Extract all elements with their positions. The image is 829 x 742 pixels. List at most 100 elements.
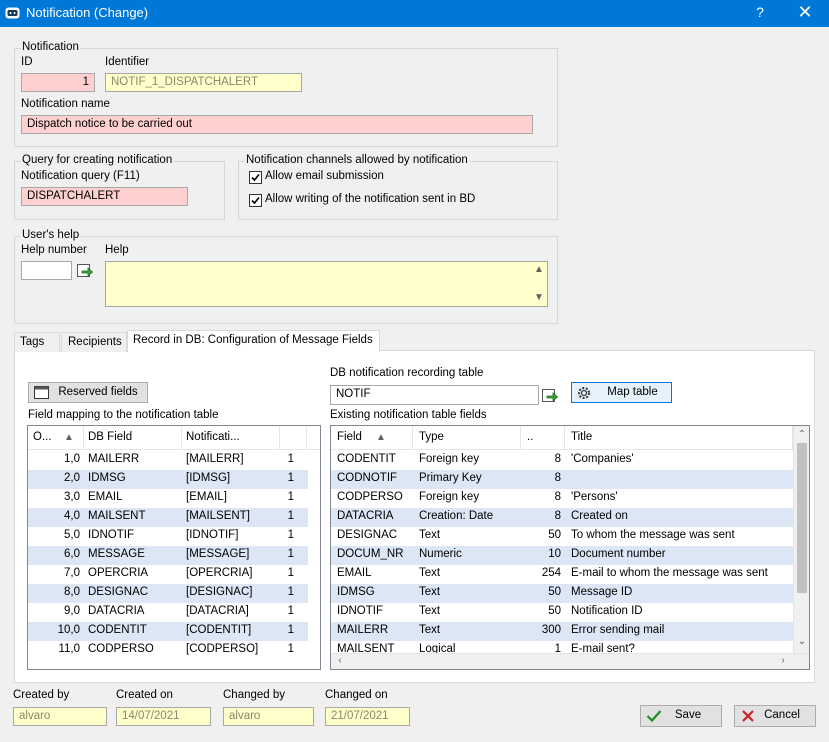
table-row[interactable]: IDMSG Text 50 Message ID <box>331 584 793 603</box>
col-field-header[interactable]: Field ▲ <box>331 426 413 450</box>
help-scrollbar[interactable]: ▲ ▼ <box>531 262 547 306</box>
cell-order: 9,0 <box>64 605 80 617</box>
created-by-field: alvaro <box>13 707 107 726</box>
cell-notification-field: [IDNOTIF] <box>186 529 239 541</box>
table-row[interactable]: CODENTIT Foreign key 8 'Companies' <box>331 451 793 470</box>
id-field[interactable]: 1 <box>21 73 95 92</box>
map-table-button[interactable]: Map table <box>571 382 672 403</box>
cell-extra: 1 <box>287 510 294 522</box>
table-row[interactable]: EMAIL Text 254 E-mail to whom the message w… <box>331 565 793 584</box>
col-db-field-header[interactable]: DB Field <box>84 426 182 450</box>
help-text-field[interactable] <box>105 261 548 307</box>
scroll-down-icon[interactable]: ▼ <box>531 292 547 303</box>
vscroll-thumb[interactable] <box>797 443 807 593</box>
cell-order: 2,0 <box>64 472 80 484</box>
db-table-field[interactable]: NOTIF <box>330 385 539 405</box>
id-label: ID <box>21 56 33 68</box>
help-lookup-button[interactable] <box>77 262 94 279</box>
save-button[interactable]: Save <box>640 705 722 727</box>
cell-extra: 1 <box>287 567 294 579</box>
table-row[interactable]: CODPERSO Foreign key 8 'Persons' <box>331 489 793 508</box>
col-notification-header[interactable]: Notificati... <box>182 426 280 450</box>
col-size-header[interactable]: .. <box>521 426 565 450</box>
cell-title: 'Companies' <box>571 453 634 465</box>
cell-title: 'Persons' <box>571 491 618 503</box>
db-writing-checkbox[interactable] <box>249 194 262 207</box>
cell-title: Message ID <box>571 586 633 598</box>
mapping-label: Field mapping to the notification table <box>28 409 219 421</box>
table-row[interactable]: 2,0 IDMSG [IDMSG] 1 <box>28 470 308 489</box>
table-row[interactable]: 8,0 DESIGNAC [DESIGNAC] 1 <box>28 584 308 603</box>
scroll-down-icon[interactable]: ⌄ <box>794 636 809 647</box>
table-row[interactable]: DATACRIA Creation: Date 8 Created on <box>331 508 793 527</box>
cell-type: Primary Key <box>419 472 482 484</box>
notification-group-label: Notification <box>21 41 80 53</box>
notification-name-field[interactable]: Dispatch notice to be carried out <box>21 115 533 134</box>
cell-extra: 1 <box>287 491 294 503</box>
reserved-fields-button[interactable]: Reserved fields <box>28 382 148 403</box>
table-row[interactable]: MAILERR Text 300 Error sending mail <box>331 622 793 641</box>
check-icon <box>251 173 260 182</box>
created-by-label: Created by <box>13 689 70 701</box>
close-button[interactable]: ✕ <box>793 2 817 23</box>
existing-fields-label: Existing notification table fields <box>330 409 487 421</box>
table-row[interactable]: 4,0 MAILSENT [MAILSENT] 1 <box>28 508 308 527</box>
cell-type: Text <box>419 624 441 636</box>
cell-title: Created on <box>571 510 628 522</box>
cell-extra: 1 <box>287 586 294 598</box>
email-submission-label[interactable]: Allow email submission <box>265 170 384 182</box>
existing-hscrollbar[interactable]: ‹ › <box>331 653 809 669</box>
table-row[interactable]: 7,0 OPERCRIA [OPERCRIA] 1 <box>28 565 308 584</box>
help-button[interactable]: ? <box>750 4 770 20</box>
table-row[interactable]: DESIGNAC Text 50 To whom the message was se… <box>331 527 793 546</box>
col-type-header[interactable]: Type <box>413 426 521 450</box>
cell-size: 8 <box>554 491 561 503</box>
cell-field: IDNOTIF <box>337 605 383 617</box>
db-writing-label[interactable]: Allow writing of the notification sent i… <box>265 193 475 205</box>
table-row[interactable]: DOCUM_NR Numeric 10 Document number <box>331 546 793 565</box>
cell-db-field: IDNOTIF <box>88 529 134 541</box>
cell-notification-field: [CODENTIT] <box>186 624 252 636</box>
query-group-label: Query for creating notification <box>21 154 174 166</box>
cell-db-field: DATACRIA <box>88 605 145 617</box>
open-link-icon <box>77 264 94 277</box>
db-table-lookup-button[interactable] <box>542 387 559 404</box>
tab-record-in-db[interactable]: Record in DB: Configuration of Message F… <box>127 330 380 352</box>
table-row[interactable]: 1,0 MAILERR [MAILERR] 1 <box>28 451 308 470</box>
cell-type: Creation: Date <box>419 510 494 522</box>
scroll-left-icon[interactable]: ‹ <box>334 655 346 666</box>
email-submission-checkbox[interactable] <box>249 171 262 184</box>
created-on-label: Created on <box>116 689 173 701</box>
tab-tags[interactable]: Tags <box>14 332 60 352</box>
mapping-rows: 1,0 MAILERR [MAILERR] 1 2,0 IDMSG [IDMSG] 1 3,0 E… <box>28 451 308 669</box>
cell-notification-field: [DATACRIA] <box>186 605 249 617</box>
cancel-x-icon <box>742 710 754 722</box>
scroll-up-icon[interactable]: ⌃ <box>794 429 809 440</box>
mapping-grid[interactable]: O... ▲ DB Field Notificati... 1,0 MAILERR [… <box>27 425 321 670</box>
table-row[interactable]: 10,0 CODENTIT [CODENTIT] 1 <box>28 622 308 641</box>
table-row[interactable]: CODNOTIF Primary Key 8 <box>331 470 793 489</box>
table-row[interactable]: 11,0 CODPERSO [CODPERSO] 1 <box>28 641 308 660</box>
scroll-right-icon[interactable]: › <box>777 655 789 666</box>
help-label: Help <box>105 244 129 256</box>
tab-recipients[interactable]: Recipients <box>61 332 127 352</box>
help-number-field[interactable] <box>21 261 72 280</box>
scroll-up-icon[interactable]: ▲ <box>531 264 547 275</box>
cancel-button[interactable]: Cancel <box>734 705 816 727</box>
cell-size: 300 <box>541 624 561 636</box>
cell-size: 8 <box>554 510 561 522</box>
existing-fields-grid[interactable]: Field ▲ Type .. Title CODENTIT Foreign key… <box>330 425 810 670</box>
cell-notification-field: [IDMSG] <box>186 472 231 484</box>
notification-query-field[interactable]: DISPATCHALERT <box>21 187 188 206</box>
table-row[interactable]: 9,0 DATACRIA [DATACRIA] 1 <box>28 603 308 622</box>
cell-size: 254 <box>541 567 561 579</box>
table-row[interactable]: 6,0 MESSAGE [MESSAGE] 1 <box>28 546 308 565</box>
existing-vscrollbar[interactable]: ⌃ ⌄ <box>793 426 809 653</box>
table-row[interactable]: 5,0 IDNOTIF [IDNOTIF] 1 <box>28 527 308 546</box>
table-row[interactable]: IDNOTIF Text 50 Notification ID <box>331 603 793 622</box>
col-title-header[interactable]: Title <box>565 426 793 450</box>
col-order-header[interactable]: O... ▲ <box>28 426 84 450</box>
cell-db-field: DESIGNAC <box>88 586 149 598</box>
col-extra-header[interactable] <box>280 426 307 450</box>
table-row[interactable]: 3,0 EMAIL [EMAIL] 1 <box>28 489 308 508</box>
